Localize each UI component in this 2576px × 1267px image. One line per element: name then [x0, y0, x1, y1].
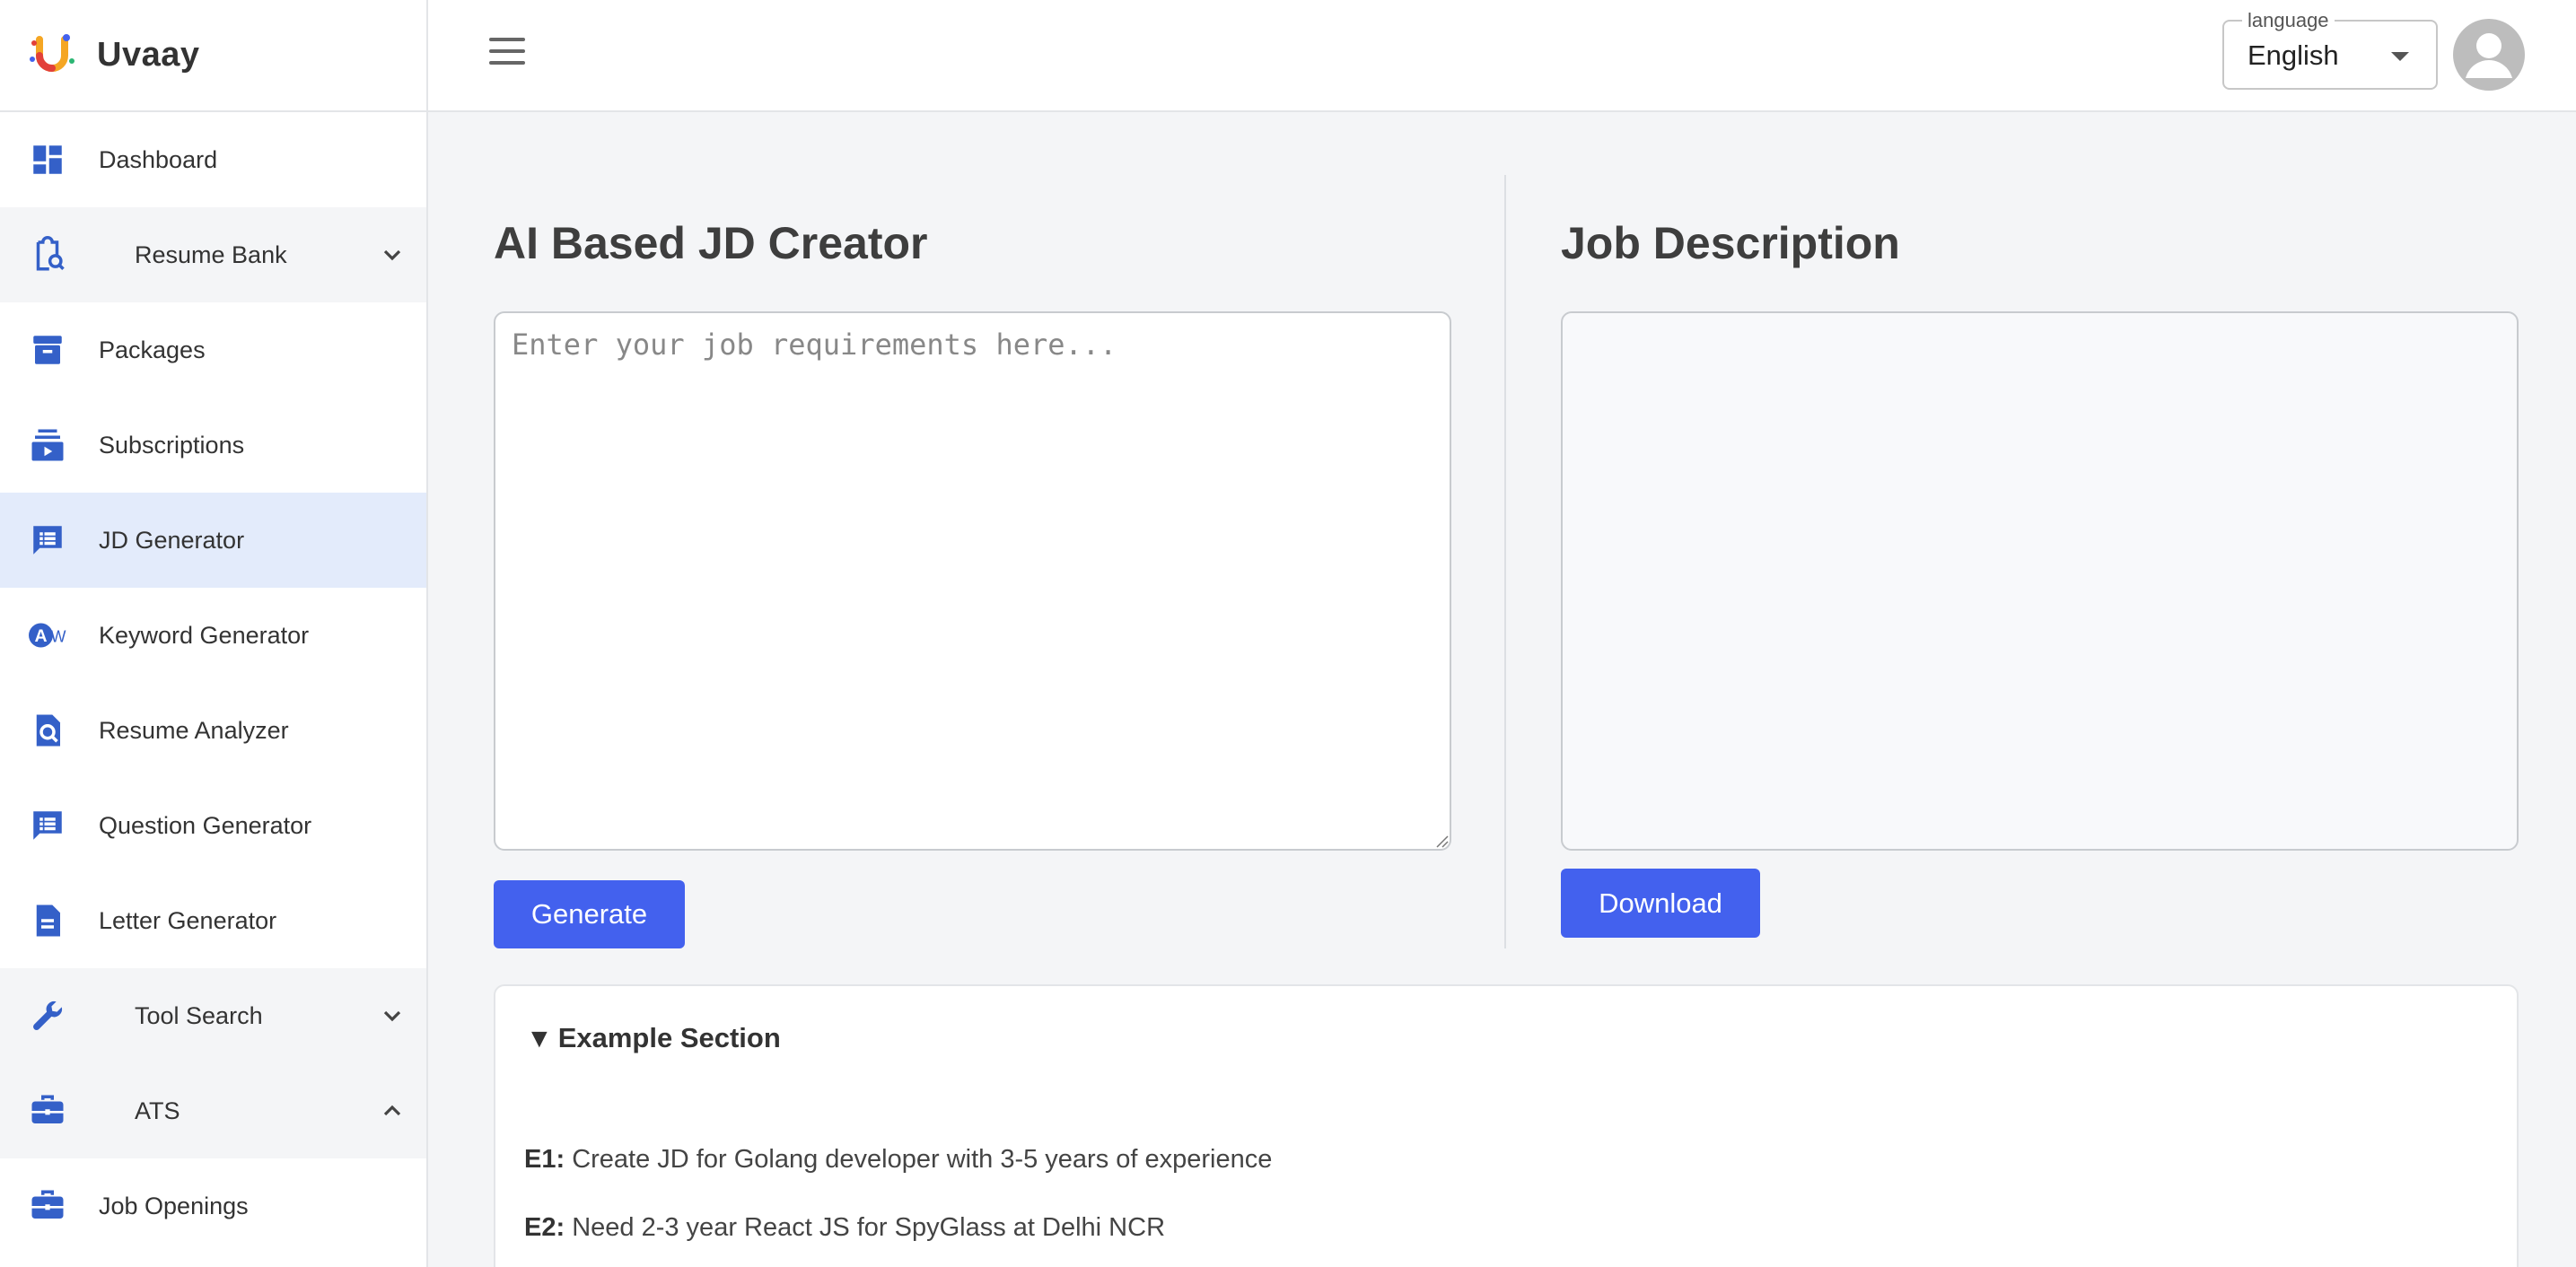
sidebar-item-ats[interactable]: ATS — [0, 1063, 426, 1158]
job-requirements-input[interactable] — [494, 311, 1451, 851]
sidebar-item-label: Subscriptions — [99, 431, 245, 459]
sidebar-item-label: Question Generator — [99, 811, 312, 839]
sidebar-item-question-generator[interactable]: Question Generator — [0, 778, 426, 873]
sidebar-item-jd-generator[interactable]: JD Generator — [0, 493, 426, 588]
sidebar-item-subscriptions[interactable]: Subscriptions — [0, 398, 426, 493]
triangle-down-icon: ▼ — [526, 1024, 553, 1053]
svg-text:W: W — [51, 628, 66, 646]
download-button[interactable]: Download — [1561, 869, 1760, 938]
example-section-toggle[interactable]: ▼ Example Section — [526, 1022, 781, 1054]
resize-grip-icon[interactable] — [1434, 834, 1449, 848]
creator-title: AI Based JD Creator — [494, 218, 928, 268]
column-divider — [1504, 175, 1506, 948]
menu-toggle-icon[interactable] — [489, 38, 525, 70]
top-bar: language English — [428, 0, 2576, 112]
sidebar-item-label: ATS — [135, 1097, 180, 1124]
sidebar-item-job-openings[interactable]: Job Openings — [0, 1158, 426, 1254]
chat-list-icon — [27, 520, 68, 561]
sidebar-item-label: Job Openings — [99, 1192, 249, 1219]
chevron-down-icon — [383, 1010, 401, 1022]
clipboard-search-icon — [27, 234, 68, 275]
sidebar-item-resume-analyzer[interactable]: Resume Analyzer — [0, 683, 426, 778]
sidebar-item-label: Resume Bank — [135, 240, 287, 268]
sidebar-item-label: Packages — [99, 336, 206, 363]
dashboard-icon — [27, 139, 68, 180]
chat-list-icon — [27, 805, 68, 846]
svg-text:A: A — [34, 626, 47, 646]
sidebar-item-label: JD Generator — [99, 526, 245, 554]
example-text: Need 2-3 year React JS for SpyGlass at D… — [572, 1213, 1166, 1242]
job-description-title: Job Description — [1561, 218, 1900, 268]
sidebar-item-dashboard[interactable]: Dashboard — [0, 112, 426, 207]
example-item: E1: Create JD for Golang developer with … — [524, 1145, 1272, 1175]
sidebar-item-label: Letter Generator — [99, 906, 277, 934]
sidebar: Uvaay Dashboard Resume Bank Packages Subscr… — [0, 0, 428, 1267]
language-select-legend: language — [2242, 9, 2335, 32]
job-description-output[interactable] — [1561, 311, 2519, 851]
sidebar-item-packages[interactable]: Packages — [0, 302, 426, 398]
subscriptions-icon — [27, 424, 68, 466]
sidebar-item-label: Resume Analyzer — [99, 716, 289, 744]
keyword-aw-icon: AW — [27, 615, 68, 656]
brand[interactable]: Uvaay — [0, 0, 426, 112]
sidebar-item-resume-bank[interactable]: Resume Bank — [0, 207, 426, 302]
sidebar-item-label: Dashboard — [99, 145, 218, 173]
example-section: ▼ Example Section E1: Create JD for Golan… — [494, 984, 2519, 1267]
sidebar-item-label: Tool Search — [135, 1001, 263, 1029]
brand-name: Uvaay — [97, 36, 200, 74]
file-search-icon — [27, 710, 68, 751]
user-avatar-icon[interactable] — [2453, 19, 2525, 91]
briefcase-icon — [27, 1090, 68, 1132]
caret-down-icon — [2391, 52, 2409, 61]
sidebar-nav: Dashboard Resume Bank Packages Subscription… — [0, 112, 426, 1254]
example-tag: E1: — [524, 1145, 565, 1174]
sidebar-item-label: Keyword Generator — [99, 621, 310, 649]
briefcase-icon — [27, 1185, 68, 1227]
language-select-value: English — [2247, 39, 2339, 71]
generate-button[interactable]: Generate — [494, 880, 685, 948]
example-tag: E2: — [524, 1213, 565, 1242]
archive-icon — [27, 329, 68, 371]
example-section-heading: Example Section — [557, 1022, 781, 1053]
uvaay-logo-icon — [30, 33, 74, 72]
example-item: E2: Need 2-3 year React JS for SpyGlass … — [524, 1213, 1165, 1243]
wrench-icon — [27, 995, 68, 1036]
sidebar-item-keyword-generator[interactable]: A W Keyword Generator — [0, 588, 426, 683]
example-text: Create JD for Golang developer with 3-5 … — [572, 1145, 1273, 1174]
chevron-down-icon — [383, 249, 401, 261]
sidebar-item-letter-generator[interactable]: Letter Generator — [0, 873, 426, 968]
language-select[interactable]: language English — [2222, 9, 2438, 90]
document-icon — [27, 900, 68, 941]
sidebar-item-tool-search[interactable]: Tool Search — [0, 968, 426, 1063]
chevron-up-icon — [383, 1105, 401, 1116]
